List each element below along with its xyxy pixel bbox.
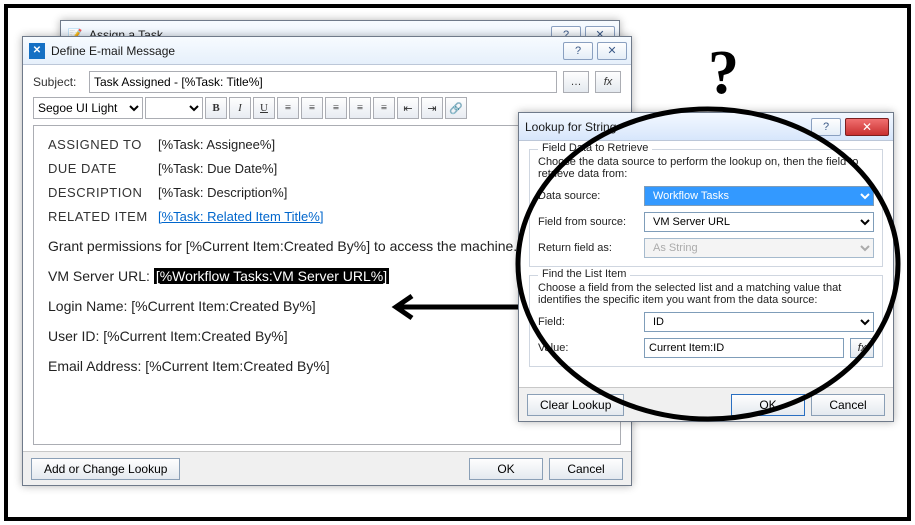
cancel-button[interactable]: Cancel [549, 458, 623, 480]
more-button[interactable]: … [563, 71, 589, 93]
due-date-label: DUE DATE [48, 161, 158, 176]
group-legend: Field Data to Retrieve [538, 142, 652, 154]
data-source-combo[interactable]: Workflow Tasks [644, 186, 874, 206]
userid-label: User ID: [48, 328, 103, 344]
userid-value: [%Current Item:Created By%] [103, 328, 287, 344]
related-item-link[interactable]: [%Task: Related Item Title%] [158, 209, 323, 224]
field-from-source-combo[interactable]: VM Server URL [644, 212, 874, 232]
assigned-to-label: ASSIGNED TO [48, 137, 158, 152]
fx-button[interactable]: fx [595, 71, 621, 93]
field-combo[interactable]: ID [644, 312, 874, 332]
value-input[interactable] [644, 338, 844, 358]
group-hint: Choose a field from the selected list an… [538, 282, 874, 306]
clear-lookup-button[interactable]: Clear Lookup [527, 394, 624, 416]
question-mark-annotation: ? [708, 38, 739, 109]
return-field-label: Return field as: [538, 242, 638, 254]
login-label: Login Name: [48, 298, 131, 314]
login-value: [%Current Item:Created By%] [131, 298, 315, 314]
cancel-button[interactable]: Cancel [811, 394, 885, 416]
field-data-group: Field Data to Retrieve Choose the data s… [529, 149, 883, 267]
bullet-list-button[interactable]: ≡ [373, 97, 395, 119]
field-label: Field: [538, 316, 638, 328]
value-label: Value: [538, 342, 638, 354]
fx-button[interactable]: fx [850, 338, 874, 358]
find-list-item-group: Find the List Item Choose a field from t… [529, 275, 883, 367]
return-field-combo: As String [644, 238, 874, 258]
field-from-source-label: Field from source: [538, 216, 638, 228]
due-date-value: [%Task: Due Date%] [158, 161, 277, 176]
ok-button[interactable]: OK [731, 394, 805, 416]
subject-input[interactable] [89, 71, 557, 93]
font-size-combo[interactable] [145, 97, 203, 119]
email-title: Define E-mail Message [51, 44, 563, 58]
outdent-button[interactable]: ⇤ [397, 97, 419, 119]
email-addr-value: [%Current Item:Created By%] [145, 358, 329, 374]
add-change-lookup-button[interactable]: Add or Change Lookup [31, 458, 180, 480]
help-button[interactable]: ? [811, 118, 841, 136]
close-button[interactable]: ✕ [845, 118, 889, 136]
underline-button[interactable]: U [253, 97, 275, 119]
numbered-list-button[interactable]: ≡ [349, 97, 371, 119]
close-button[interactable]: ✕ [597, 42, 627, 60]
subject-label: Subject: [33, 75, 83, 89]
description-label: DESCRIPTION [48, 185, 158, 200]
app-icon: ✕ [29, 43, 45, 59]
related-item-label: RELATED ITEM [48, 209, 158, 224]
lookup-title: Lookup for String [525, 120, 811, 134]
italic-button[interactable]: I [229, 97, 251, 119]
group-hint: Choose the data source to perform the lo… [538, 156, 874, 180]
email-addr-label: Email Address: [48, 358, 145, 374]
data-source-label: Data source: [538, 190, 638, 202]
group-legend: Find the List Item [538, 268, 630, 280]
bold-button[interactable]: B [205, 97, 227, 119]
font-family-combo[interactable]: Segoe UI Light [33, 97, 143, 119]
vm-url-value: [%Workflow Tasks:VM Server URL%] [154, 268, 389, 284]
assigned-to-value: [%Task: Assignee%] [158, 137, 275, 152]
vm-url-label: VM Server URL: [48, 268, 154, 284]
align-right-button[interactable]: ≡ [325, 97, 347, 119]
ok-button[interactable]: OK [469, 458, 543, 480]
lookup-string-dialog: Lookup for String ? ✕ Field Data to Retr… [518, 112, 894, 422]
indent-button[interactable]: ⇥ [421, 97, 443, 119]
help-button[interactable]: ? [563, 42, 593, 60]
grant-text: Grant permissions for [%Current Item:Cre… [48, 238, 517, 254]
align-center-button[interactable]: ≡ [301, 97, 323, 119]
align-left-button[interactable]: ≡ [277, 97, 299, 119]
link-button[interactable]: 🔗 [445, 97, 467, 119]
description-value: [%Task: Description%] [158, 185, 287, 200]
